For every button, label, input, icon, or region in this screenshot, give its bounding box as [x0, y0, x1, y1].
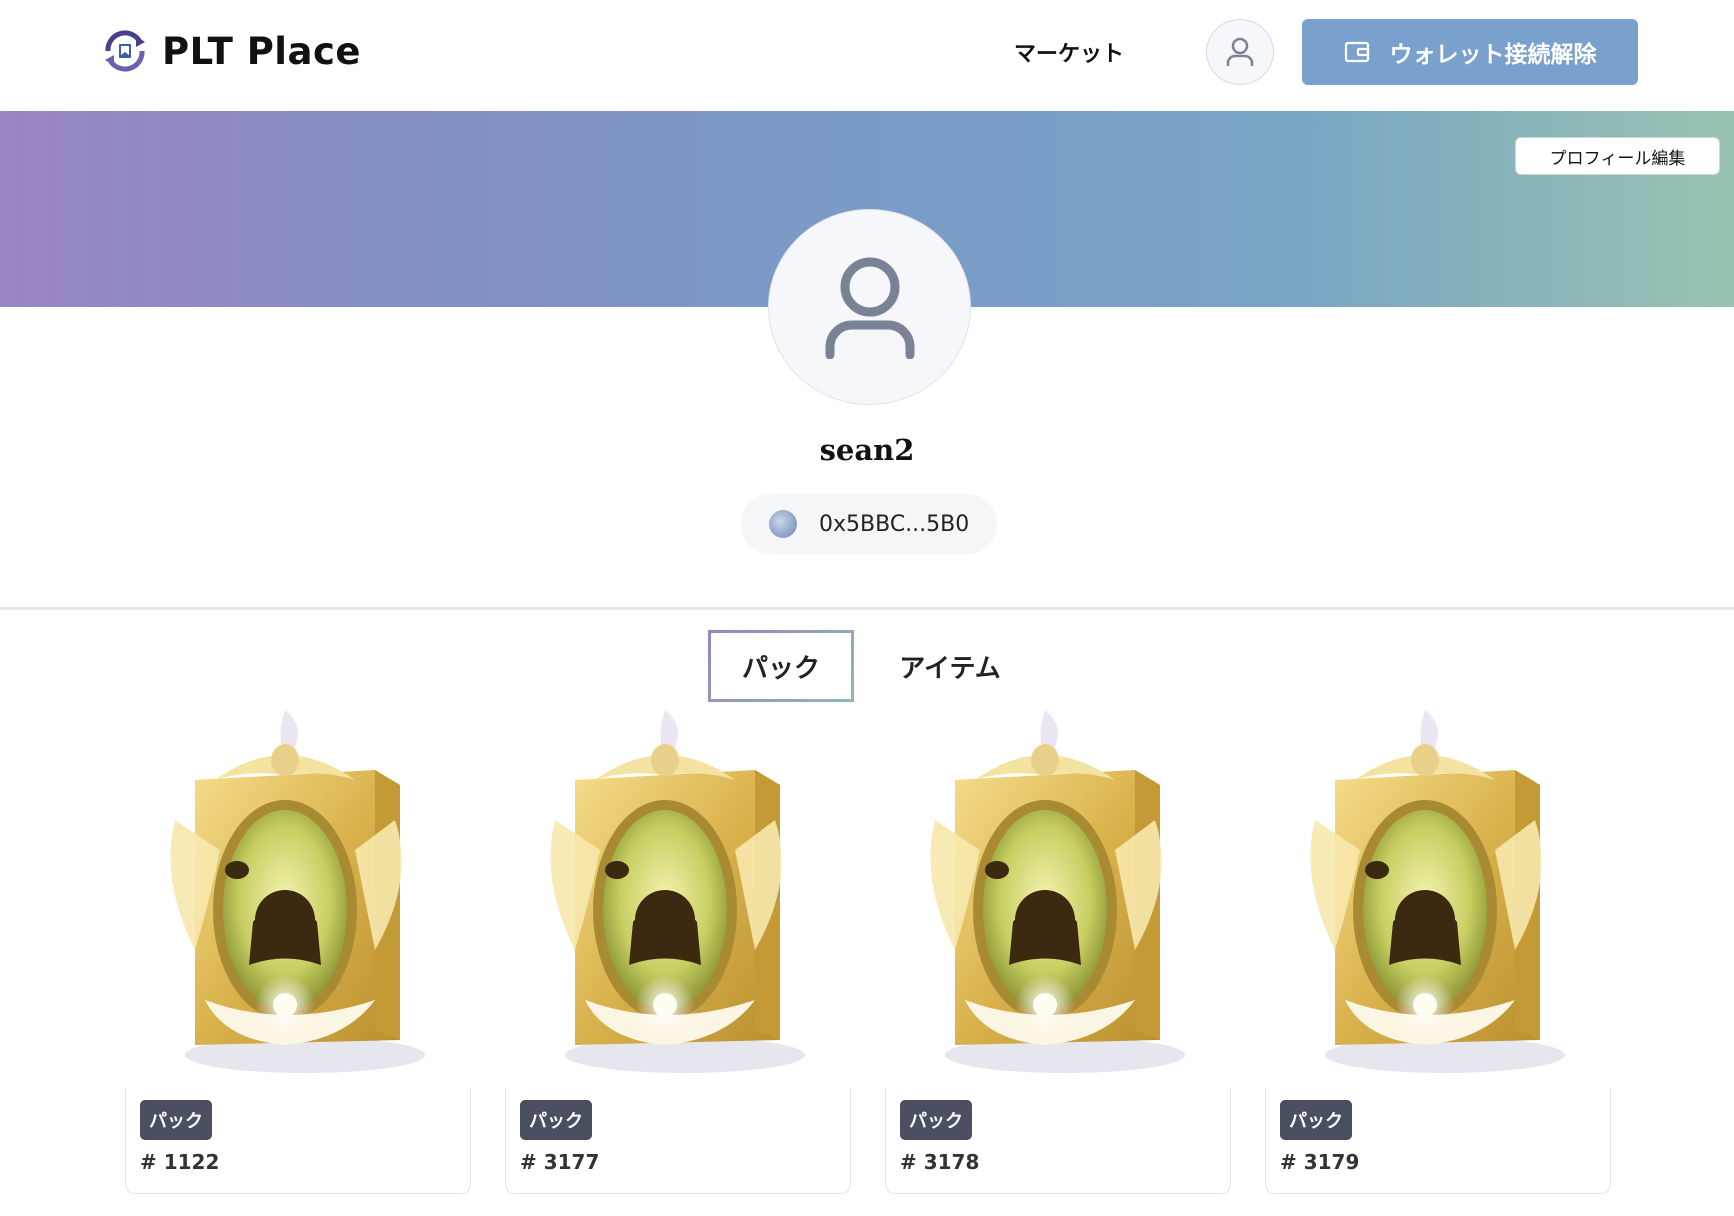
wallet-disconnect-button[interactable]: ウォレット接続解除: [1302, 19, 1638, 85]
pack-image: [505, 700, 851, 1090]
user-icon: [1226, 37, 1254, 66]
pack-image: [125, 700, 471, 1090]
logo-icon: [105, 30, 145, 72]
address-network-icon: [769, 510, 797, 538]
pack-card[interactable]: パック # 3177: [505, 700, 851, 1195]
pack-card-info: パック # 3178: [885, 1088, 1231, 1194]
wallet-address-text: 0x5BBC...5B0: [819, 511, 970, 537]
pack-card[interactable]: パック # 1122: [125, 700, 471, 1195]
pack-token-id: # 3178: [900, 1150, 980, 1174]
edit-profile-button[interactable]: プロフィール編集: [1515, 137, 1720, 175]
section-divider: [0, 607, 1734, 610]
top-header: PLT Place マーケット ウォレット接続解除: [0, 0, 1734, 111]
pack-card[interactable]: パック # 3179: [1265, 700, 1611, 1195]
wallet-button-label: ウォレット接続解除: [1389, 42, 1597, 68]
wallet-address-pill[interactable]: 0x5BBC...5B0: [741, 494, 997, 554]
pack-image: [1265, 700, 1611, 1090]
pack-card[interactable]: パック # 3178: [885, 700, 1231, 1195]
pack-card-info: パック # 1122: [125, 1088, 471, 1194]
profile-username: sean2: [819, 433, 915, 467]
pack-card-info: パック # 3177: [505, 1088, 851, 1194]
pack-token-id: # 3179: [1280, 1150, 1360, 1174]
pack-card-info: パック # 3179: [1265, 1088, 1611, 1194]
wallet-icon: [1344, 41, 1369, 63]
profile-avatar: [768, 209, 971, 405]
pack-token-id: # 1122: [140, 1150, 220, 1174]
pack-type-badge: パック: [140, 1100, 212, 1140]
user-menu-button[interactable]: [1206, 19, 1274, 85]
pack-type-badge: パック: [900, 1100, 972, 1140]
pack-token-id: # 3177: [520, 1150, 600, 1174]
avatar-user-icon: [825, 257, 914, 359]
logo[interactable]: PLT Place: [100, 28, 361, 74]
nav-market-link[interactable]: マーケット: [1014, 36, 1124, 68]
logo-text: PLT Place: [162, 29, 361, 73]
pack-type-badge: パック: [1280, 1100, 1352, 1140]
tab-pack[interactable]: パック: [708, 630, 854, 702]
pack-image: [885, 700, 1231, 1090]
tab-item[interactable]: アイテム: [880, 630, 1020, 702]
pack-type-badge: パック: [520, 1100, 592, 1140]
